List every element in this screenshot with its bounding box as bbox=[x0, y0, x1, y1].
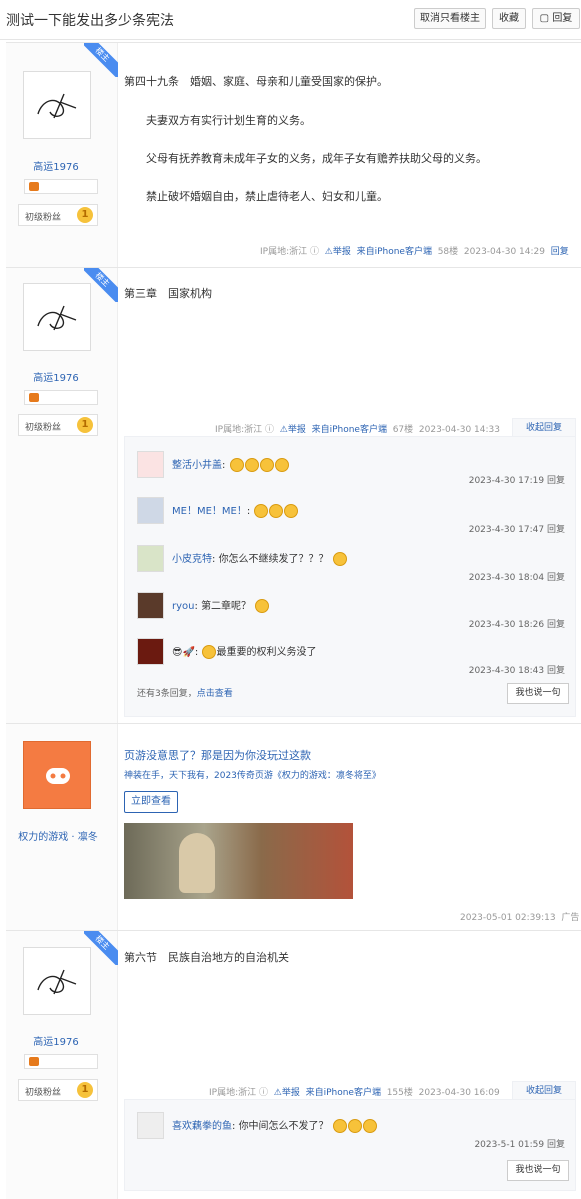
view-more-link[interactable]: 点击查看 bbox=[197, 689, 233, 699]
post-meta: IP属地:浙江 ⓘ ⚠举报 来自iPhone客户端 58楼 2023-04-30… bbox=[260, 247, 569, 257]
post-floor-58: 楼主 高运1976 初级粉丝 1 第四十九条 婚姻、家庭、母亲和儿童受国家的保护… bbox=[6, 42, 581, 267]
info-icon: ⓘ bbox=[265, 425, 275, 435]
list-item: 喜欢藕拳的鱼: 你中间怎么不发了？ 2023-5-1 01:59 回复 bbox=[137, 1112, 565, 1152]
reply-user[interactable]: ME！ME！ME！ bbox=[172, 506, 247, 517]
reply-user[interactable]: ryou bbox=[172, 601, 195, 612]
reply-link[interactable]: 回复 bbox=[547, 573, 565, 583]
author-name[interactable]: 高运1976 bbox=[6, 158, 106, 173]
sunglasses-icon: 😎 bbox=[172, 647, 183, 658]
game-logo[interactable] bbox=[23, 741, 91, 809]
client-link[interactable]: 来自iPhone客户端 bbox=[312, 425, 387, 435]
client-link[interactable]: 来自iPhone客户端 bbox=[357, 247, 432, 257]
avatar[interactable] bbox=[137, 638, 164, 665]
avatar[interactable] bbox=[137, 451, 164, 478]
info-icon: ⓘ bbox=[259, 1088, 269, 1098]
author-name[interactable]: 高运1976 bbox=[6, 369, 106, 384]
reply-link[interactable]: 回复 bbox=[547, 666, 565, 676]
report-link[interactable]: ⚠举报 bbox=[280, 425, 306, 435]
fan-rank[interactable]: 初级粉丝 1 bbox=[18, 414, 98, 436]
ad-banner-image[interactable] bbox=[124, 823, 353, 899]
reply-user[interactable]: 整活小井盖 bbox=[172, 460, 222, 471]
author-panel: 楼主 高运1976 初级粉丝 1 bbox=[6, 43, 118, 267]
avatar[interactable] bbox=[137, 1112, 164, 1139]
reply-list: 喜欢藕拳的鱼: 你中间怎么不发了？ 2023-5-1 01:59 回复 我也说一… bbox=[124, 1099, 576, 1191]
medal-icon: 1 bbox=[77, 207, 93, 223]
list-item: ryou: 第二章呢？ 2023-4-30 18:26 回复 bbox=[137, 592, 565, 632]
game-controller-icon bbox=[46, 768, 70, 784]
top-bar: 测试一下能发出多少条宪法 取消只看楼主 收藏 ▢ 回复 bbox=[0, 0, 581, 40]
post-line: 禁止破坏婚姻自由，禁止虐待老人、妇女和儿童。 bbox=[146, 190, 388, 203]
info-icon: ⓘ bbox=[310, 247, 320, 257]
avatar[interactable] bbox=[137, 592, 164, 619]
author-panel: 楼主 高运1976 初级粉丝 1 bbox=[6, 931, 118, 1199]
reply-link[interactable]: 回复 bbox=[551, 247, 569, 257]
author-panel: 楼主 高运1976 初级粉丝 1 bbox=[6, 268, 118, 723]
fan-rank[interactable]: 初级粉丝 1 bbox=[18, 1079, 98, 1101]
ad-account-name[interactable]: 权力的游戏 · 凛冬 bbox=[6, 828, 110, 843]
user-icons bbox=[24, 390, 98, 405]
post-time: 2023-04-30 14:33 bbox=[418, 425, 500, 435]
post-floor-67: 楼主 高运1976 初级粉丝 1 第三章 国家机构 IP属地:浙江 ⓘ ⚠举报 … bbox=[6, 267, 581, 723]
signature-avatar-icon bbox=[37, 305, 77, 331]
signature-avatar-icon bbox=[37, 969, 77, 995]
collapse-replies-button[interactable]: 收起回复 bbox=[512, 418, 576, 436]
cancel-only-op-button[interactable]: 取消只看楼主 bbox=[414, 8, 486, 29]
post-line: 父母有抚养教育未成年子女的义务，成年子女有赡养扶助父母的义务。 bbox=[146, 152, 487, 165]
avatar[interactable] bbox=[137, 545, 164, 572]
say-something-button[interactable]: 我也说一句 bbox=[507, 683, 569, 704]
reply-link[interactable]: 回复 bbox=[547, 476, 565, 486]
view-now-button[interactable]: 立即查看 bbox=[124, 791, 178, 813]
medal-icon: 1 bbox=[77, 1082, 93, 1098]
reply-list: 整活小井盖: 2023-4-30 17:19 回复 ME！ME！ME！: 202… bbox=[124, 436, 576, 717]
rocket-icon: 🚀 bbox=[182, 647, 195, 658]
list-item: 小皮克特: 你怎么不继续发了？？？ 2023-4-30 18:04 回复 bbox=[137, 545, 565, 585]
floor-number: 67楼 bbox=[392, 425, 414, 435]
floor-number: 58楼 bbox=[437, 247, 459, 257]
author-name[interactable]: 高运1976 bbox=[6, 1033, 106, 1048]
ad-panel: 权力的游戏 · 凛冬 bbox=[6, 724, 118, 930]
list-item: 整活小井盖: 2023-4-30 17:19 回复 bbox=[137, 451, 565, 491]
ad-meta: 2023-05-01 02:39:13 广告 ⓧ bbox=[460, 913, 580, 923]
thread-title: 测试一下能发出多少条宪法 bbox=[6, 13, 174, 29]
post-line: 第四十九条 婚姻、家庭、母亲和儿童受国家的保护。 bbox=[124, 75, 388, 88]
reply-link[interactable]: 回复 bbox=[547, 620, 565, 630]
reply-user[interactable]: 喜欢藕拳的鱼 bbox=[172, 1121, 232, 1132]
client-link[interactable]: 来自iPhone客户端 bbox=[306, 1088, 381, 1098]
post-line: 夫妻双方有实行计划生育的义务。 bbox=[146, 114, 311, 127]
post-line: 第六节 民族自治地方的自治机关 bbox=[124, 951, 289, 964]
report-link[interactable]: ⚠举报 bbox=[325, 247, 351, 257]
avatar[interactable] bbox=[23, 947, 91, 1015]
say-something-button[interactable]: 我也说一句 bbox=[507, 1160, 569, 1181]
post-time: 2023-04-30 16:09 bbox=[418, 1088, 500, 1098]
list-item: 😎🚀: 最重要的权利义务没了 2023-4-30 18:43 回复 bbox=[137, 638, 565, 678]
avatar[interactable] bbox=[137, 497, 164, 524]
collapse-replies-button[interactable]: 收起回复 bbox=[512, 1081, 576, 1099]
report-link[interactable]: ⚠举报 bbox=[274, 1088, 300, 1098]
post-meta: IP属地:浙江 ⓘ ⚠举报 来自iPhone客户端 155楼 2023-04-3… bbox=[209, 1088, 500, 1098]
post-floor-155: 楼主 高运1976 初级粉丝 1 第六节 民族自治地方的自治机关 IP属地:浙江… bbox=[6, 930, 581, 1199]
reply-user[interactable]: 小皮克特 bbox=[172, 554, 212, 565]
reply-link[interactable]: 回复 bbox=[547, 1140, 565, 1150]
medal-icon: 1 bbox=[77, 417, 93, 433]
reply-link[interactable]: 回复 bbox=[547, 525, 565, 535]
ad-title[interactable]: 页游没意思了？那是因为你没玩过这款 bbox=[124, 747, 311, 763]
post-meta: IP属地:浙江 ⓘ ⚠举报 来自iPhone客户端 67楼 2023-04-30… bbox=[215, 425, 500, 435]
ad-block: 权力的游戏 · 凛冬 页游没意思了？那是因为你没玩过这款 神装在手，天下我有，2… bbox=[6, 723, 581, 930]
avatar[interactable] bbox=[23, 283, 91, 351]
reply-button[interactable]: ▢ 回复 bbox=[532, 8, 580, 29]
signature-avatar-icon bbox=[37, 93, 77, 119]
post-time: 2023-04-30 14:29 bbox=[463, 247, 545, 257]
collect-button[interactable]: 收藏 bbox=[492, 8, 526, 29]
list-item: ME！ME！ME！: 2023-4-30 17:47 回复 bbox=[137, 497, 565, 537]
avatar[interactable] bbox=[23, 71, 91, 139]
user-icons bbox=[24, 179, 98, 194]
more-replies: 还有3条回复，点击查看 bbox=[137, 689, 233, 699]
comment-icon: ▢ bbox=[539, 13, 550, 24]
post-line: 第三章 国家机构 bbox=[124, 287, 212, 300]
user-icons bbox=[24, 1054, 98, 1069]
ad-description: 神装在手，天下我有，2023传奇页游《权力的游戏：凛冬将至》 bbox=[124, 771, 381, 781]
floor-number: 155楼 bbox=[386, 1088, 413, 1098]
fan-rank[interactable]: 初级粉丝 1 bbox=[18, 204, 98, 226]
